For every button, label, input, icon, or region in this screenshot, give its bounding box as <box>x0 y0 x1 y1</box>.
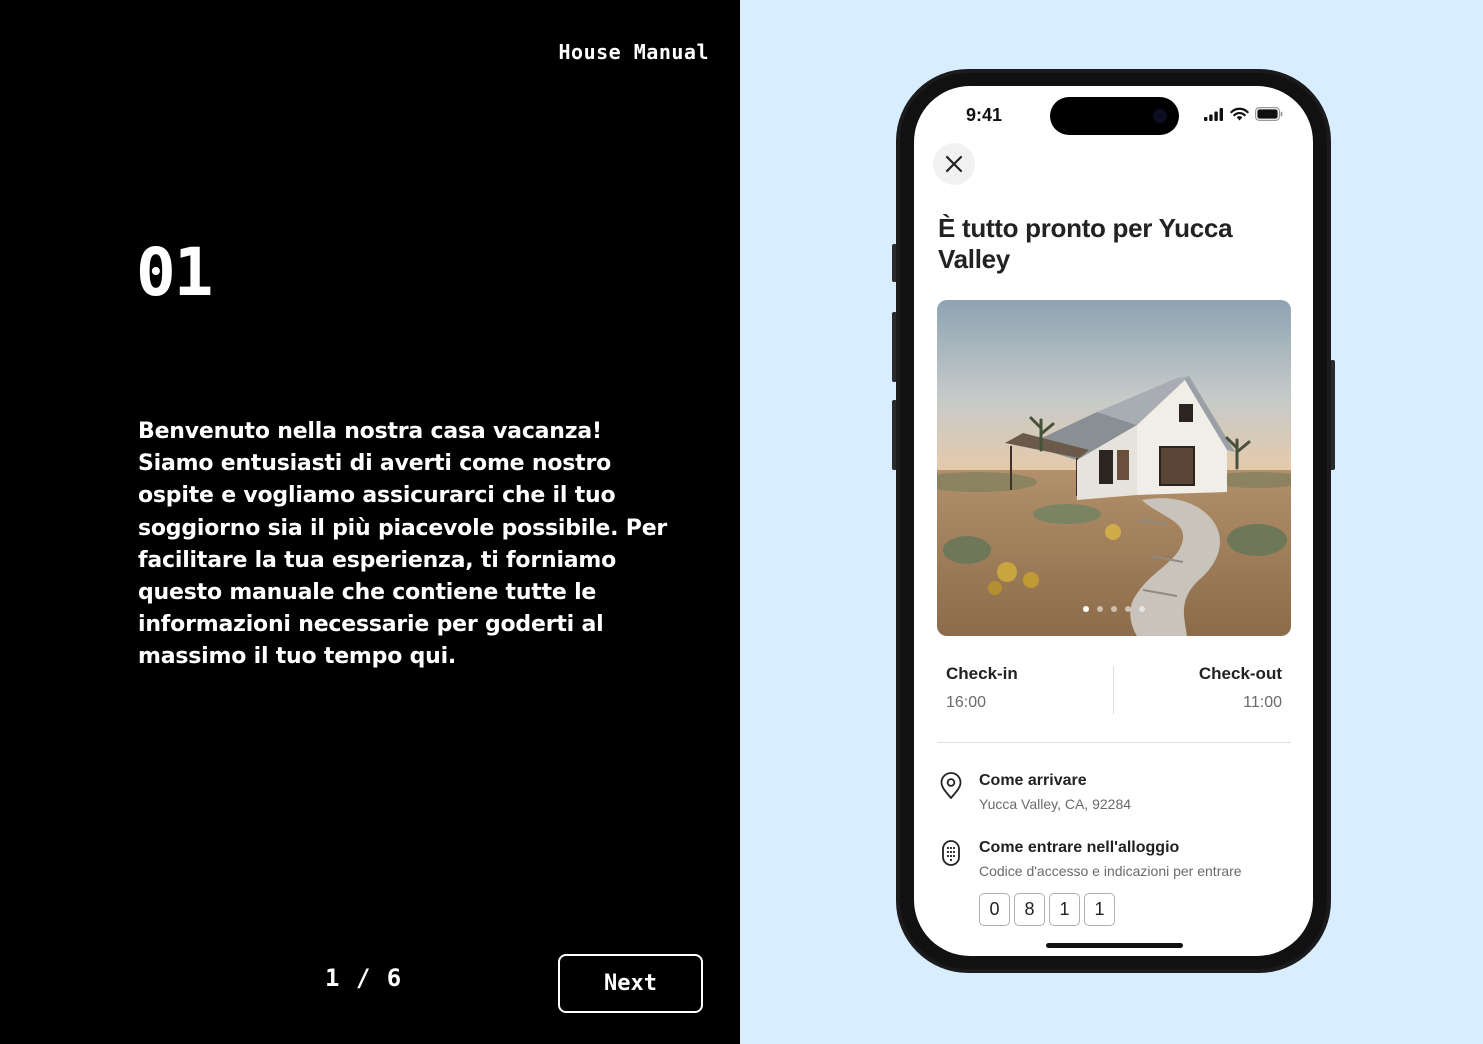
checkin-label: Check-in <box>946 664 1018 683</box>
page-title: È tutto pronto per Yucca Valley <box>938 213 1233 274</box>
access-code-digit: 1 <box>1084 893 1115 926</box>
checkin-time: 16:00 <box>946 694 987 711</box>
carousel-dot[interactable] <box>1083 606 1089 612</box>
access-title: Come entrare nell'alloggio <box>979 839 1180 856</box>
phone-screen: 9:41 È tutto pronto per Yucca Valley Che… <box>914 86 1313 956</box>
location-pin-icon <box>940 772 962 799</box>
directions-title: Come arrivare <box>979 772 1087 789</box>
house-photo-illustration <box>937 300 1291 636</box>
access-code-digit: 0 <box>979 893 1010 926</box>
access-subtitle: Codice d'accesso e indicazioni per entra… <box>979 863 1242 879</box>
directions-row[interactable]: Come arrivare Yucca Valley, CA, 92284 <box>938 772 1298 818</box>
carousel-dot[interactable] <box>1125 606 1131 612</box>
photo-carousel-dots[interactable] <box>937 606 1291 612</box>
access-row[interactable]: Come entrare nell'alloggio Codice d'acce… <box>938 839 1298 935</box>
wifi-icon <box>1230 107 1249 121</box>
close-icon <box>945 155 963 173</box>
home-indicator[interactable] <box>1046 943 1183 948</box>
keypad-icon <box>942 840 960 866</box>
carousel-dot[interactable] <box>1139 606 1145 612</box>
carousel-dot[interactable] <box>1097 606 1103 612</box>
access-code: 0 8 1 1 <box>979 893 1115 926</box>
next-button[interactable]: Next <box>558 954 703 1013</box>
close-button[interactable] <box>933 143 975 185</box>
directions-address: Yucca Valley, CA, 92284 <box>979 796 1132 812</box>
status-time: 9:41 <box>966 105 1003 125</box>
checkout-label: Check-out <box>1198 664 1282 683</box>
intro-panel: House Manual 01 Benvenuto nella nostra c… <box>0 0 740 1044</box>
dynamic-island <box>1050 97 1179 135</box>
access-code-digit: 1 <box>1049 893 1080 926</box>
access-code-digit: 8 <box>1014 893 1045 926</box>
phone-mockup: 9:41 È tutto pronto per Yucca Valley Che… <box>896 69 1331 973</box>
carousel-dot[interactable] <box>1111 606 1117 612</box>
check-divider <box>1113 666 1114 714</box>
signal-icon <box>1204 107 1223 121</box>
status-icons <box>1204 107 1283 121</box>
battery-icon <box>1255 107 1283 121</box>
welcome-text: Benvenuto nella nostra casa vacanza! Sia… <box>138 419 668 670</box>
check-times: Check-in 16:00 Check-out 11:00 <box>937 664 1291 716</box>
page-indicator: 1 / 6 <box>325 964 403 992</box>
brand-title: House Manual <box>558 40 709 64</box>
step-number: 01 <box>136 234 213 311</box>
checkout-time: 11:00 <box>1243 694 1282 711</box>
camera-icon <box>1153 109 1167 123</box>
listing-photo[interactable] <box>937 300 1291 636</box>
section-divider <box>937 742 1291 743</box>
